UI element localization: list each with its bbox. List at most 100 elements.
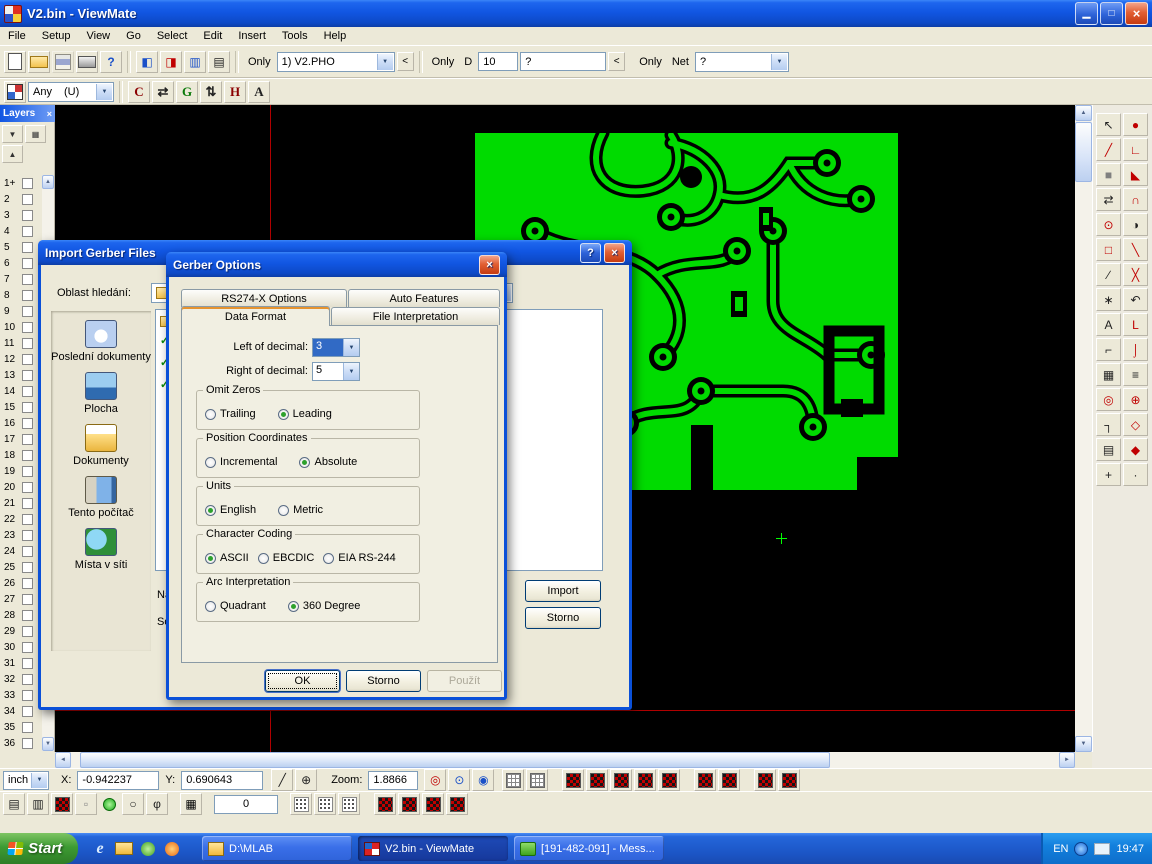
dropdown-arrow-icon[interactable]: ▼	[377, 54, 393, 70]
menu-item[interactable]: File	[0, 28, 34, 44]
pad-view-2-icon[interactable]	[586, 769, 608, 791]
radio-option[interactable]: Trailing	[205, 408, 256, 420]
layer-row[interactable]: 27	[0, 591, 42, 607]
layer-row[interactable]: 6	[0, 255, 42, 271]
print-icon[interactable]	[76, 51, 98, 73]
previous-dcode-button[interactable]: <	[608, 52, 625, 71]
mirror-icon[interactable]: ⇄	[1096, 188, 1121, 211]
sketch-icon[interactable]: ∕	[1096, 263, 1121, 286]
radio-icon[interactable]	[278, 505, 289, 516]
place-item[interactable]: Plocha	[51, 372, 151, 415]
radio-icon[interactable]	[205, 457, 216, 468]
layer-color-box[interactable]	[22, 642, 33, 653]
radio-icon[interactable]	[205, 409, 216, 420]
help-cursor-icon[interactable]: ?	[100, 51, 122, 73]
layer-row[interactable]: 1+	[0, 175, 42, 191]
target-icon[interactable]: ⊕	[1123, 388, 1148, 411]
delete-icon[interactable]: ╳	[1123, 263, 1148, 286]
frame-select-icon[interactable]: ◧	[136, 51, 158, 73]
units-combo[interactable]: inch ▼	[3, 771, 49, 790]
arc-icon[interactable]: ∩	[1123, 188, 1148, 211]
grid-large-icon[interactable]	[526, 769, 548, 791]
canvas-horizontal-scrollbar[interactable]: ◄ ►	[0, 752, 1152, 768]
add-icon[interactable]: +	[1096, 463, 1121, 486]
grid-small-icon[interactable]	[502, 769, 524, 791]
layer-row[interactable]: 11	[0, 335, 42, 351]
layer-color-box[interactable]	[22, 498, 33, 509]
scroll-right-icon[interactable]: ►	[1059, 752, 1075, 768]
layer-row[interactable]: 3	[0, 207, 42, 223]
route-icon[interactable]: ┐	[1096, 413, 1121, 436]
radio-icon[interactable]	[323, 553, 334, 564]
only-layer-label[interactable]: Only	[244, 56, 275, 68]
layer-row[interactable]: 12	[0, 351, 42, 367]
fill-icon[interactable]: ■	[1096, 163, 1121, 186]
g-tool-icon[interactable]: G	[176, 81, 198, 103]
diagonal-icon[interactable]: ╲	[1123, 238, 1148, 261]
scroll-left-icon[interactable]: ◄	[55, 752, 71, 768]
pad-icon[interactable]: ●	[1123, 113, 1148, 136]
storno-button[interactable]: Storno	[525, 607, 601, 629]
layer-color-box[interactable]	[22, 226, 33, 237]
layer-row[interactable]: 35	[0, 719, 42, 735]
layer-table-icon[interactable]: ▦	[25, 125, 46, 143]
component-icon[interactable]: ◆	[1123, 438, 1148, 461]
layer-row[interactable]: 25	[0, 559, 42, 575]
layer-columns-icon[interactable]: ▥	[184, 51, 206, 73]
scroll-up-icon[interactable]: ▲	[1075, 105, 1092, 121]
gerber-dialog-titlebar[interactable]: Gerber Options ×	[166, 252, 507, 277]
h-tool-icon[interactable]: H	[224, 81, 246, 103]
layer-row[interactable]: 33	[0, 687, 42, 703]
pad-view-3-icon[interactable]	[610, 769, 632, 791]
task-button-viewmate[interactable]: V2.bin - ViewMate	[358, 836, 508, 861]
diamond-icon[interactable]: ◇	[1123, 413, 1148, 436]
radio-option[interactable]: ASCII	[205, 552, 249, 564]
layer-color-box[interactable]	[22, 674, 33, 685]
layer-color-box[interactable]	[22, 530, 33, 541]
minimize-button[interactable]: ▁	[1075, 2, 1098, 25]
menu-item[interactable]: Go	[118, 28, 149, 44]
menu-item[interactable]: Tools	[274, 28, 316, 44]
keyboard-icon[interactable]	[1094, 843, 1110, 855]
scroll-down-icon[interactable]: ▼	[1075, 736, 1092, 752]
circle-pad-icon[interactable]: ⊙	[1096, 213, 1121, 236]
horizontal-scroll-track[interactable]	[71, 752, 1059, 768]
radio-option[interactable]: Incremental	[205, 456, 277, 468]
layer-row[interactable]: 32	[0, 671, 42, 687]
tile-icon[interactable]: ▤	[3, 793, 25, 815]
layer-row[interactable]: 19	[0, 463, 42, 479]
gerber-close-button[interactable]: ×	[479, 255, 500, 275]
layer-row[interactable]: 31	[0, 655, 42, 671]
layer-color-box[interactable]	[22, 210, 33, 221]
layer-color-box[interactable]	[22, 418, 33, 429]
stack-icon[interactable]: ▤	[1096, 438, 1121, 461]
layer-color-box[interactable]	[22, 610, 33, 621]
selection-filter-combo[interactable]: Any (U) ▼	[28, 82, 114, 102]
trace-view-1-icon[interactable]	[694, 769, 716, 791]
via-icon[interactable]: ◎	[1096, 388, 1121, 411]
layer-color-box[interactable]	[22, 242, 33, 253]
place-item[interactable]: Tento počítač	[51, 476, 151, 519]
layer-color-box[interactable]	[22, 354, 33, 365]
zoom-selection-icon[interactable]: ⊙	[448, 769, 470, 791]
firefox-icon[interactable]	[162, 838, 182, 860]
pad-view-1-icon[interactable]	[562, 769, 584, 791]
radio-icon[interactable]	[278, 409, 289, 420]
layer-color-box[interactable]	[22, 450, 33, 461]
layer-color-box[interactable]	[22, 322, 33, 333]
view-option-2-icon[interactable]	[778, 769, 800, 791]
c-tool-icon[interactable]: C	[128, 81, 150, 103]
highlight-off-icon[interactable]: ○	[122, 793, 144, 815]
layer-row[interactable]: 18	[0, 447, 42, 463]
vertical-scroll-thumb[interactable]	[1075, 122, 1092, 182]
item-select-icon[interactable]: ◨	[160, 51, 182, 73]
view-option-1-icon[interactable]	[754, 769, 776, 791]
rectangle-icon[interactable]: □	[1096, 238, 1121, 261]
radio-icon[interactable]	[205, 601, 216, 612]
zoom-point-icon[interactable]: ◎	[424, 769, 446, 791]
layer-color-box[interactable]	[22, 578, 33, 589]
star-icon[interactable]: ∗	[1096, 288, 1121, 311]
menu-item[interactable]: Setup	[34, 28, 79, 44]
place-item[interactable]: Poslední dokumenty	[51, 320, 151, 363]
canvas-vertical-scrollbar[interactable]: ▲ ▼	[1075, 105, 1092, 752]
